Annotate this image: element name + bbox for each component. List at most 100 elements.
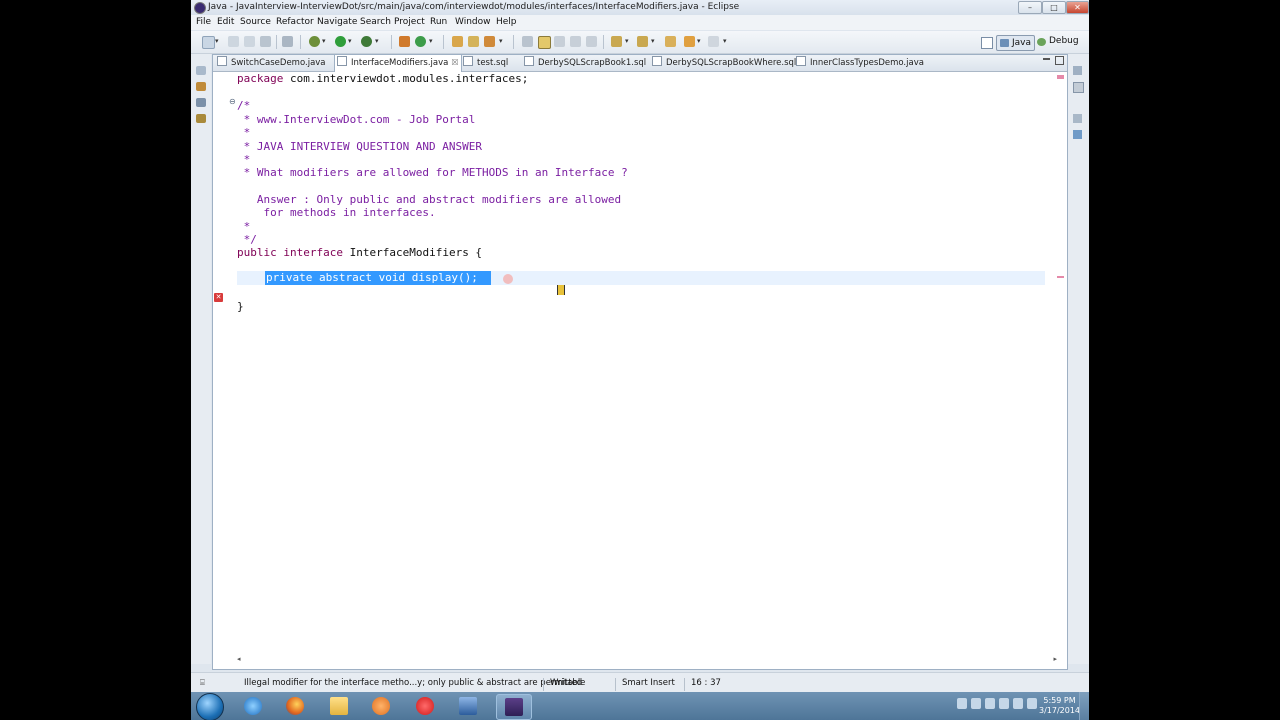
junit-icon[interactable] bbox=[196, 114, 206, 123]
file-explorer-icon[interactable] bbox=[322, 694, 356, 718]
open-type-icon[interactable] bbox=[452, 36, 463, 47]
code-editor[interactable]: package com.interviewdot.modules.interfa… bbox=[237, 72, 1045, 652]
volume-icon[interactable] bbox=[985, 698, 995, 709]
status-writable: Writable bbox=[550, 678, 586, 688]
chevron-down-icon[interactable]: ▾ bbox=[215, 37, 219, 45]
tab-switchcasedemo[interactable]: SwitchCaseDemo.java bbox=[217, 55, 326, 71]
toggle-whitespace-icon[interactable] bbox=[554, 36, 565, 47]
menu-run[interactable]: Run bbox=[430, 17, 447, 27]
chevron-down-icon[interactable]: ▾ bbox=[429, 37, 433, 45]
restore-view-icon[interactable] bbox=[1073, 114, 1082, 123]
save-disk-app-icon[interactable] bbox=[451, 694, 485, 718]
menu-navigate[interactable]: Navigate bbox=[317, 17, 357, 27]
network-status-icon[interactable] bbox=[971, 698, 981, 709]
chevron-down-icon[interactable]: ▾ bbox=[651, 37, 655, 45]
media-player-icon[interactable] bbox=[364, 694, 398, 718]
horizontal-scrollbar[interactable]: ◂ ▸ bbox=[237, 655, 1057, 665]
next-annotation-icon[interactable] bbox=[611, 36, 622, 47]
menu-edit[interactable]: Edit bbox=[217, 17, 234, 27]
new-package-icon[interactable] bbox=[399, 36, 410, 47]
firefox-icon[interactable] bbox=[278, 694, 312, 718]
show-source-icon[interactable] bbox=[586, 36, 597, 47]
save-icon[interactable] bbox=[228, 36, 239, 47]
outline-icon[interactable] bbox=[1073, 130, 1082, 139]
debug-icon[interactable] bbox=[309, 36, 320, 47]
chevron-down-icon[interactable]: ▾ bbox=[348, 37, 352, 45]
status-divider bbox=[615, 678, 616, 691]
chevron-down-icon[interactable]: ▾ bbox=[723, 37, 727, 45]
maximize-button[interactable]: □ bbox=[1042, 1, 1066, 14]
overview-error-indicator[interactable] bbox=[1057, 75, 1064, 79]
scroll-left-icon[interactable]: ◂ bbox=[237, 655, 241, 663]
new-icon[interactable] bbox=[202, 36, 215, 49]
scroll-right-icon[interactable]: ▸ bbox=[1053, 655, 1057, 663]
forward-icon[interactable] bbox=[708, 36, 719, 47]
menu-project[interactable]: Project bbox=[394, 17, 425, 27]
package-explorer-icon[interactable] bbox=[196, 82, 206, 91]
last-edit-location-icon[interactable] bbox=[665, 36, 676, 47]
external-tools-icon[interactable] bbox=[361, 36, 372, 47]
minimize-button[interactable]: – bbox=[1018, 1, 1042, 14]
status-insert-mode: Smart Insert bbox=[622, 678, 675, 688]
tab-innerclasstypesdemo[interactable]: InnerClassTypesDemo.java bbox=[796, 55, 924, 71]
keyword: package bbox=[237, 72, 284, 85]
fold-toggle-icon[interactable]: ⊖ bbox=[229, 97, 236, 106]
back-icon[interactable] bbox=[684, 36, 695, 47]
tab-test-sql[interactable]: test.sql bbox=[463, 55, 508, 71]
chevron-down-icon[interactable]: ▾ bbox=[499, 37, 503, 45]
maximize-editor-icon[interactable] bbox=[1055, 56, 1064, 65]
terminate-icon[interactable] bbox=[282, 36, 293, 47]
chevron-down-icon[interactable]: ▾ bbox=[375, 37, 379, 45]
menu-source[interactable]: Source bbox=[240, 17, 271, 27]
debug-perspective-button[interactable]: Debug bbox=[1037, 36, 1079, 46]
menu-window[interactable]: Window bbox=[455, 17, 491, 27]
block-selection-icon[interactable] bbox=[570, 36, 581, 47]
show-desktop-button[interactable] bbox=[1079, 692, 1089, 720]
airtel-app-icon[interactable] bbox=[408, 694, 442, 718]
tab-derbysqlscrapbookwhere[interactable]: DerbySQLScrapBookWhere.sql bbox=[652, 55, 796, 71]
taskbar-clock[interactable]: 5:59 PM 3/17/2014 bbox=[1039, 696, 1080, 716]
close-button[interactable]: ✕ bbox=[1066, 1, 1089, 14]
menu-refactor[interactable]: Refactor bbox=[276, 17, 314, 27]
error-marker-icon[interactable]: ✕ bbox=[214, 293, 223, 302]
internet-explorer-icon[interactable] bbox=[236, 694, 270, 718]
previous-annotation-icon[interactable] bbox=[637, 36, 648, 47]
overview-error-marker[interactable] bbox=[1057, 276, 1064, 278]
action-center-icon[interactable] bbox=[999, 698, 1009, 709]
show-hidden-icons-icon[interactable] bbox=[957, 698, 967, 709]
tab-interfacemodifiers[interactable]: InterfaceModifiers.java ☒ bbox=[334, 54, 462, 72]
print-icon[interactable] bbox=[260, 36, 271, 47]
toggle-mark-occurrences-icon[interactable] bbox=[522, 36, 533, 47]
save-all-icon[interactable] bbox=[244, 36, 255, 47]
new-class-icon[interactable] bbox=[415, 36, 426, 47]
toolbar-divider bbox=[603, 35, 604, 49]
run-icon[interactable] bbox=[335, 36, 346, 47]
wifi-icon[interactable] bbox=[1027, 698, 1037, 709]
eclipse-taskbar-icon[interactable] bbox=[496, 694, 532, 720]
status-cursor-position: 16 : 37 bbox=[691, 678, 721, 688]
restore-view-icon[interactable] bbox=[196, 66, 206, 75]
open-task-icon[interactable] bbox=[468, 36, 479, 47]
search-icon[interactable] bbox=[484, 36, 495, 47]
menu-search[interactable]: Search bbox=[360, 17, 391, 27]
chevron-down-icon[interactable]: ▾ bbox=[625, 37, 629, 45]
toggle-highlight-icon[interactable] bbox=[538, 36, 551, 49]
chevron-down-icon[interactable]: ▾ bbox=[322, 37, 326, 45]
power-icon[interactable] bbox=[1013, 698, 1023, 709]
open-perspective-icon[interactable] bbox=[981, 37, 993, 49]
left-ruler: ⊖ ✕ bbox=[213, 72, 236, 652]
java-perspective-button[interactable]: Java bbox=[996, 35, 1036, 51]
task-list-icon[interactable] bbox=[1073, 82, 1084, 93]
restore-view-icon[interactable] bbox=[1073, 66, 1082, 75]
minimize-editor-icon[interactable] bbox=[1043, 58, 1050, 60]
chevron-down-icon[interactable]: ▾ bbox=[697, 37, 701, 45]
menu-help[interactable]: Help bbox=[496, 17, 517, 27]
fast-view-icon[interactable]: ⌸ bbox=[200, 678, 205, 688]
tab-derbysqlscrapbook1[interactable]: DerbySQLScrapBook1.sql bbox=[524, 55, 646, 71]
selected-text[interactable]: private abstract void display(); bbox=[265, 271, 491, 285]
java-file-icon bbox=[337, 56, 347, 66]
hierarchy-icon[interactable] bbox=[196, 98, 206, 107]
start-button[interactable] bbox=[196, 693, 224, 720]
menu-file[interactable]: File bbox=[196, 17, 211, 27]
close-tab-icon[interactable]: ☒ bbox=[451, 58, 458, 67]
